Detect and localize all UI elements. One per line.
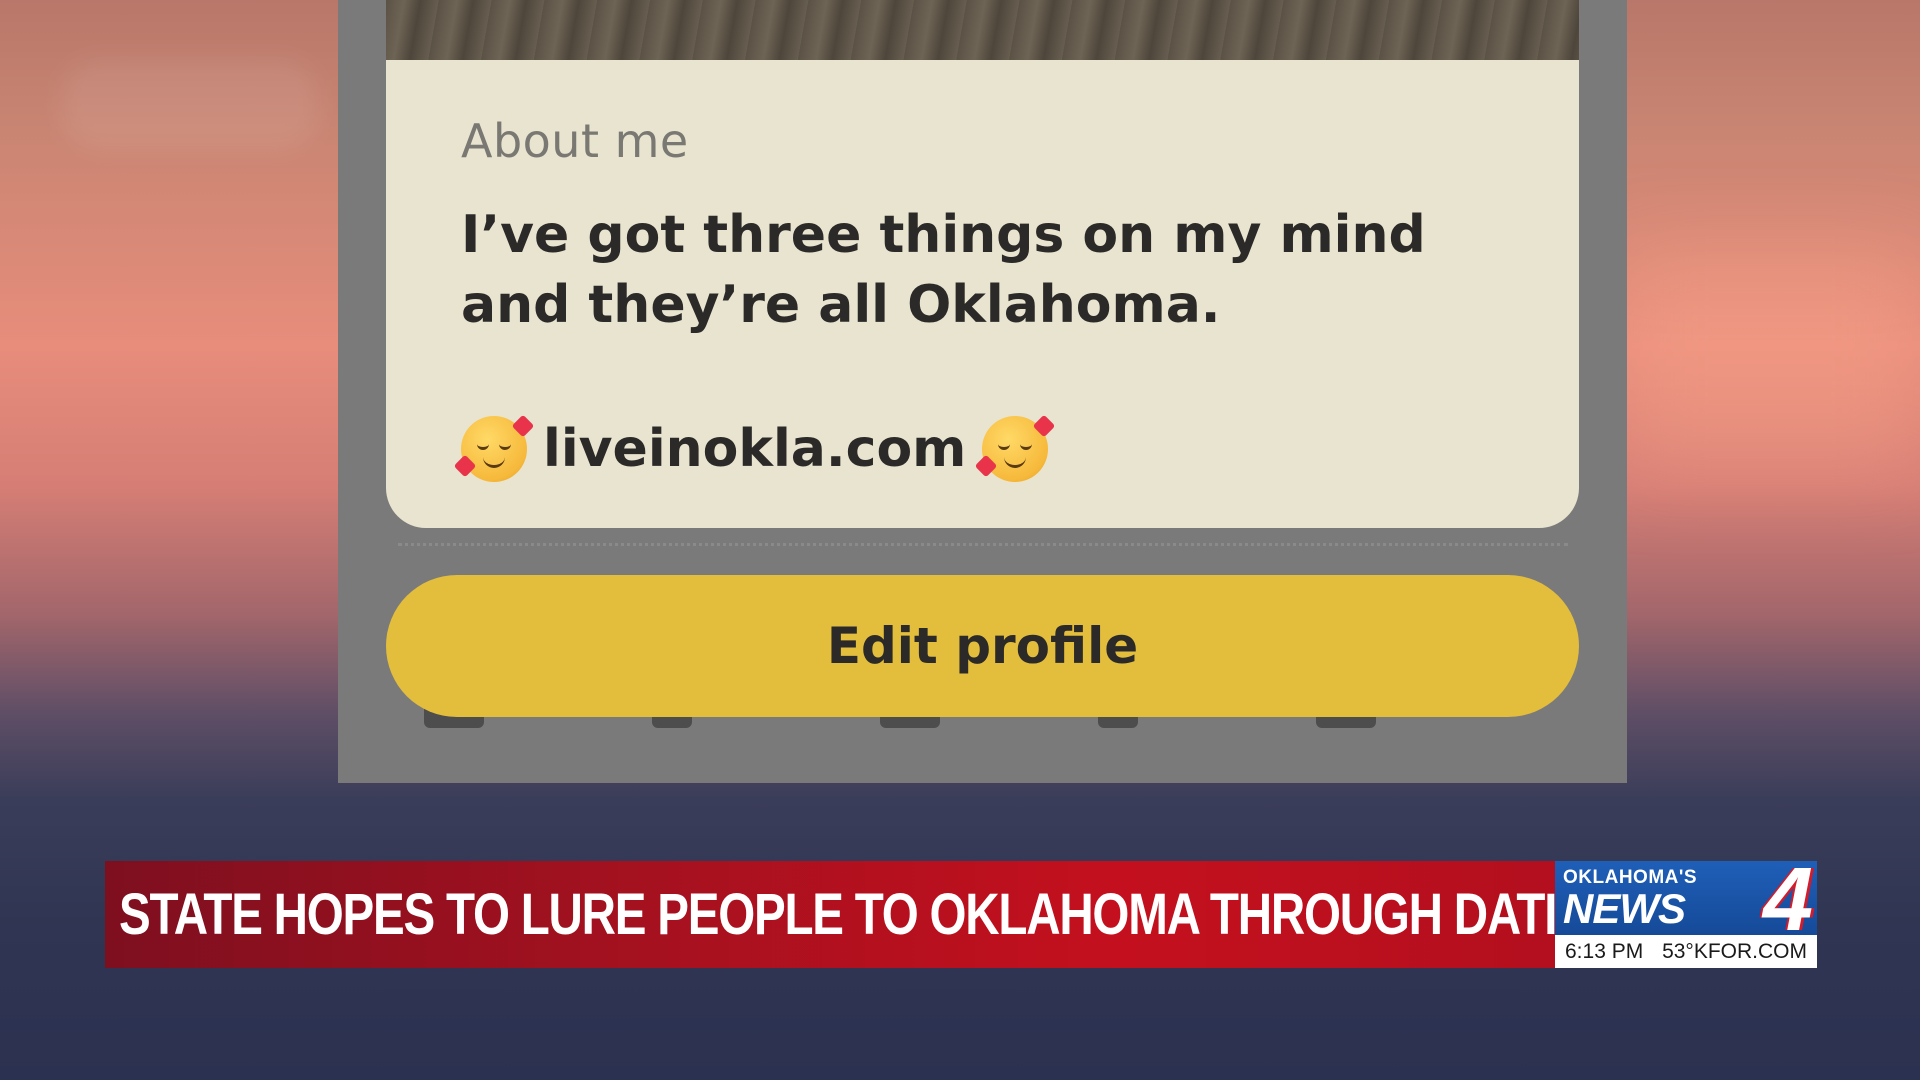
smiling-face-with-hearts-icon	[982, 416, 1049, 482]
smiling-face-with-hearts-icon	[461, 416, 527, 482]
phone-screen: About me I’ve got three things on my min…	[338, 0, 1627, 783]
weather-site: 53°KFOR.COM	[1662, 939, 1807, 963]
time-display: 6:13 PM	[1565, 939, 1644, 963]
about-me-label: About me	[461, 114, 689, 168]
background-blur	[60, 60, 320, 150]
news-headline: STATE HOPES TO LURE PEOPLE TO OKLAHOMA T…	[119, 882, 1761, 947]
logo-number: 4	[1762, 850, 1813, 950]
website-link[interactable]: liveinokla.com	[543, 419, 966, 479]
news-lower-third: STATE HOPES TO LURE PEOPLE TO OKLAHOMA T…	[105, 861, 1761, 968]
logo-banner: OKLAHOMA'S NEWS 4	[1555, 855, 1817, 945]
profile-photo	[386, 0, 1579, 60]
station-logo: OKLAHOMA'S NEWS 4 6:13 PM 53°KFOR.COM	[1555, 855, 1817, 968]
about-me-card: About me I’ve got three things on my min…	[386, 60, 1579, 528]
logo-news-text: NEWS	[1563, 885, 1686, 932]
about-link-line: liveinokla.com	[461, 416, 1049, 482]
logo-info-bar: 6:13 PM 53°KFOR.COM	[1555, 935, 1817, 968]
edit-profile-button[interactable]: Edit profile	[386, 575, 1579, 717]
divider	[398, 543, 1568, 546]
background-glow	[1620, 250, 1920, 470]
about-me-text: I’ve got three things on my mind and the…	[461, 205, 1426, 335]
